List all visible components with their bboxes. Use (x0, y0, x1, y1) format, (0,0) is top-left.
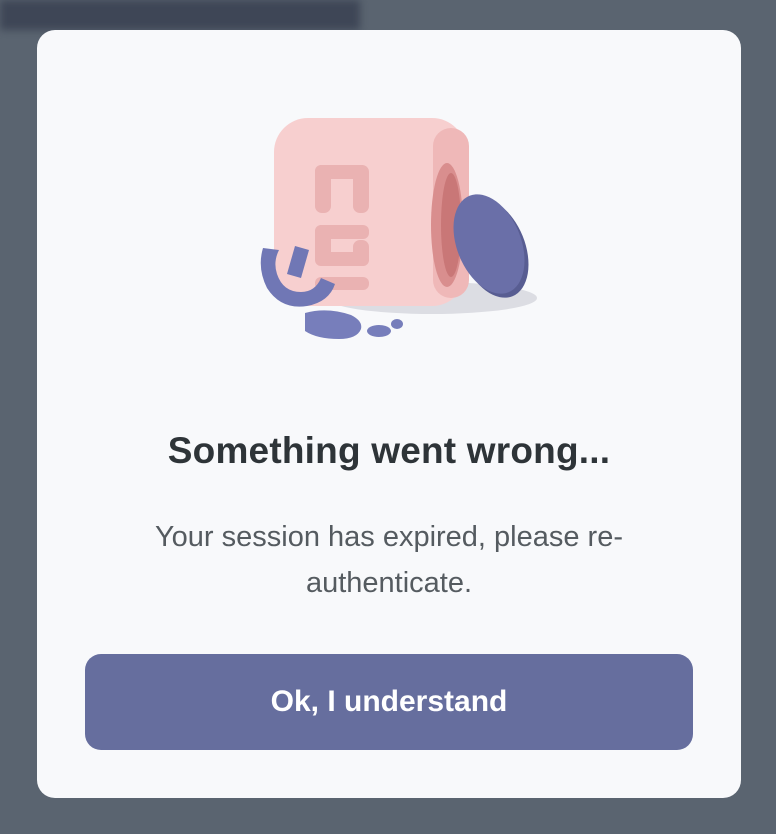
backdrop-blurred-header (0, 0, 360, 30)
cube-icon (274, 118, 469, 306)
broken-cube-illustration (260, 118, 537, 339)
ok-understand-button[interactable]: Ok, I understand (85, 654, 693, 750)
error-dialog: Something went wrong... Your session has… (37, 30, 741, 798)
dialog-message: Your session has expired, please re-auth… (154, 521, 624, 599)
dialog-title: Something went wrong... (167, 430, 611, 471)
